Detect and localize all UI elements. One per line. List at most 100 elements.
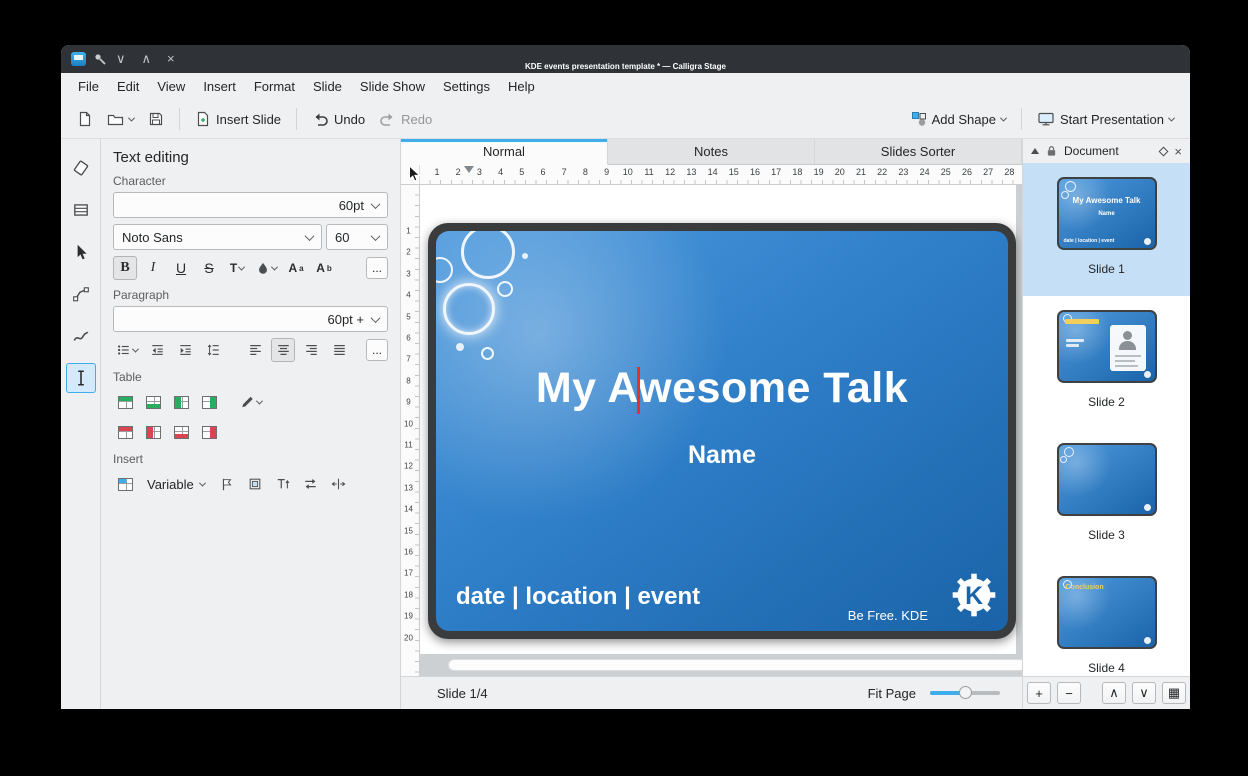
- menu-settings[interactable]: Settings: [434, 75, 499, 98]
- horizontal-scrollbar[interactable]: [448, 659, 1022, 671]
- insert-column-left-button[interactable]: [169, 390, 193, 414]
- paragraph-more-button[interactable]: ...: [366, 339, 388, 361]
- move-slide-down-button[interactable]: ∨: [1132, 682, 1156, 704]
- slide-layout-button[interactable]: ▦: [1162, 682, 1186, 704]
- pen-chevron-icon[interactable]: [256, 397, 263, 404]
- superscript-button[interactable]: Aa: [284, 256, 308, 280]
- swap-button[interactable]: [299, 472, 323, 496]
- font-size-select[interactable]: 60: [326, 224, 388, 250]
- slide-3-thumbnail[interactable]: [1057, 443, 1157, 516]
- variable-chevron-icon[interactable]: [199, 479, 206, 486]
- menu-format[interactable]: Format: [245, 75, 304, 98]
- slide-tagline-text[interactable]: Be Free. KDE: [848, 608, 928, 623]
- list-style-button[interactable]: [113, 338, 141, 362]
- connection-tool[interactable]: [66, 279, 96, 309]
- bookmark-button[interactable]: [215, 472, 239, 496]
- font-family-chevron-icon[interactable]: [305, 231, 315, 241]
- insert-section-button[interactable]: [243, 472, 267, 496]
- lock-icon[interactable]: [1046, 145, 1057, 157]
- italic-button[interactable]: I: [141, 256, 165, 280]
- indent-marker[interactable]: [464, 166, 474, 173]
- variable-dropdown[interactable]: Variable: [141, 474, 211, 495]
- zoom-slider[interactable]: [930, 686, 1000, 700]
- close-docker-icon[interactable]: ×: [1174, 144, 1182, 159]
- slide-2-thumbnail[interactable]: [1057, 310, 1157, 383]
- character-style-chevron-icon[interactable]: [371, 199, 381, 209]
- collapse-icon[interactable]: [1031, 148, 1039, 154]
- menu-file[interactable]: File: [69, 75, 108, 98]
- delete-slide-button[interactable]: −: [1057, 682, 1081, 704]
- slide-thumbnail-item[interactable]: Slide 2: [1023, 296, 1190, 429]
- undo-button[interactable]: Undo: [306, 106, 371, 132]
- slide-canvas[interactable]: 1234567891011121314151617181920 My Aweso…: [401, 185, 1022, 676]
- change-case-button[interactable]: T: [225, 256, 249, 280]
- insert-row-above-button[interactable]: [113, 390, 137, 414]
- subscript-button[interactable]: Ab: [312, 256, 336, 280]
- slide-thumbnail-item[interactable]: My Awesome Talk Name date | location | e…: [1023, 163, 1190, 296]
- underline-button[interactable]: U: [169, 256, 193, 280]
- new-document-button[interactable]: [71, 106, 99, 132]
- tab-slides-sorter[interactable]: Slides Sorter: [815, 139, 1022, 164]
- character-style-select[interactable]: 60pt: [113, 192, 388, 218]
- horizontal-ruler[interactable]: 1234567891011121314151617181920212223242…: [420, 165, 1022, 184]
- font-size-chevron-icon[interactable]: [371, 231, 381, 241]
- add-shape-button[interactable]: Add Shape: [905, 106, 1012, 132]
- text-direction-button[interactable]: [271, 472, 295, 496]
- menu-insert[interactable]: Insert: [194, 75, 245, 98]
- line-spacing-button[interactable]: [201, 338, 225, 362]
- move-slide-up-button[interactable]: ∧: [1102, 682, 1126, 704]
- add-shape-chevron-icon[interactable]: [1000, 114, 1007, 121]
- character-more-button[interactable]: ...: [366, 257, 388, 279]
- menu-slide[interactable]: Slide: [304, 75, 351, 98]
- insert-column-right-button[interactable]: [197, 390, 221, 414]
- float-docker-icon[interactable]: [1159, 146, 1169, 156]
- insert-table-button[interactable]: [113, 472, 137, 496]
- menu-slide-show[interactable]: Slide Show: [351, 75, 434, 98]
- interaction-tool[interactable]: [66, 237, 96, 267]
- slide-title-text[interactable]: My Awesome Talk: [436, 364, 1008, 413]
- menu-view[interactable]: View: [148, 75, 194, 98]
- slide-footer-text[interactable]: date | location | event: [456, 583, 700, 611]
- delete-row-button[interactable]: [113, 420, 137, 444]
- insert-slide-button[interactable]: Insert Slide: [189, 106, 287, 132]
- edit-shapes-tool[interactable]: [66, 153, 96, 183]
- align-center-button[interactable]: [271, 338, 295, 362]
- paragraph-style-select[interactable]: 60pt +: [113, 306, 388, 332]
- slide-thumbnail-item[interactable]: Conclusion Slide 4: [1023, 562, 1190, 676]
- change-case-chevron-icon[interactable]: [238, 263, 245, 270]
- start-presentation-chevron-icon[interactable]: [1168, 114, 1175, 121]
- tab-normal[interactable]: Normal: [401, 139, 608, 165]
- merge-cells-button[interactable]: [169, 420, 193, 444]
- strikethrough-button[interactable]: S: [197, 256, 221, 280]
- align-right-button[interactable]: [299, 338, 323, 362]
- list-style-chevron-icon[interactable]: [132, 345, 139, 352]
- split-cells-button[interactable]: [197, 420, 221, 444]
- slide-editor[interactable]: My Awesome Talk Name date | location | e…: [436, 231, 1008, 631]
- text-editing-tool[interactable]: [66, 363, 96, 393]
- decrease-indent-button[interactable]: [145, 338, 169, 362]
- save-button[interactable]: [142, 106, 170, 132]
- slide-4-thumbnail[interactable]: Conclusion: [1057, 576, 1157, 649]
- table-border-pen-button[interactable]: [237, 390, 265, 414]
- slide-thumbnail-item[interactable]: Slide 3: [1023, 429, 1190, 562]
- open-dropdown-chevron-icon[interactable]: [128, 114, 135, 121]
- text-color-button[interactable]: [253, 256, 280, 280]
- vertical-ruler[interactable]: 1234567891011121314151617181920: [401, 185, 420, 676]
- menu-edit[interactable]: Edit: [108, 75, 148, 98]
- align-left-button[interactable]: [243, 338, 267, 362]
- font-family-select[interactable]: Noto Sans: [113, 224, 322, 250]
- text-color-chevron-icon[interactable]: [271, 263, 278, 270]
- zoom-slider-handle[interactable]: [959, 686, 972, 699]
- open-document-button[interactable]: [101, 106, 140, 132]
- insert-row-below-button[interactable]: [141, 390, 165, 414]
- distribute-button[interactable]: [327, 472, 351, 496]
- zoom-mode-label[interactable]: Fit Page: [868, 686, 916, 701]
- increase-indent-button[interactable]: [173, 338, 197, 362]
- titlebar[interactable]: KDE events presentation template * — Cal…: [61, 45, 1190, 73]
- start-presentation-button[interactable]: Start Presentation: [1031, 106, 1180, 132]
- table-tool[interactable]: [66, 195, 96, 225]
- add-slide-button[interactable]: +: [1027, 682, 1051, 704]
- slide-1-thumbnail[interactable]: My Awesome Talk Name date | location | e…: [1057, 177, 1157, 250]
- paragraph-style-chevron-icon[interactable]: [371, 313, 381, 323]
- align-justify-button[interactable]: [327, 338, 351, 362]
